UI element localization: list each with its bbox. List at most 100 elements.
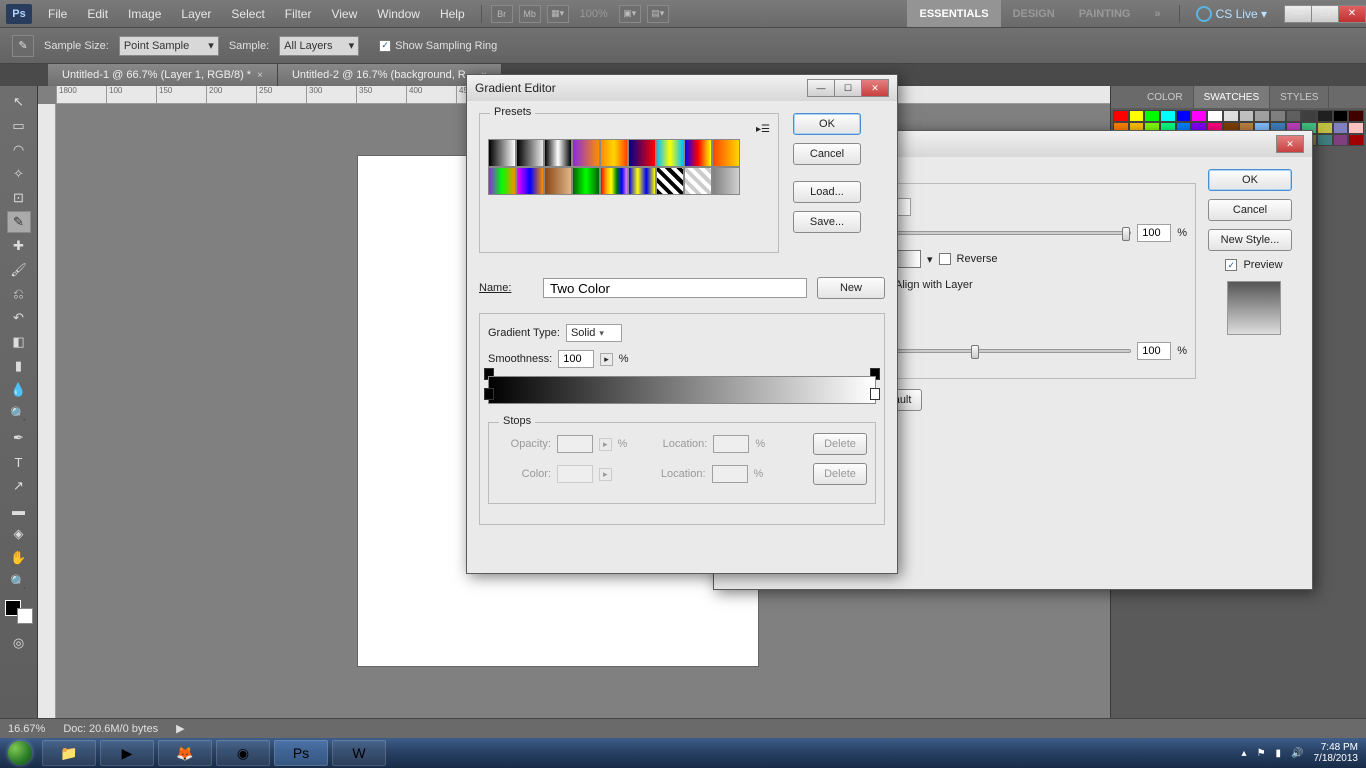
task-firefox[interactable]: 🦊 bbox=[158, 740, 212, 766]
move-tool[interactable]: ↖ bbox=[7, 91, 31, 113]
ok-button[interactable]: OK bbox=[793, 113, 861, 135]
gradient-bar[interactable] bbox=[488, 376, 876, 404]
wand-tool[interactable]: ✧ bbox=[7, 163, 31, 185]
gradient-name-input[interactable] bbox=[543, 278, 807, 298]
show-sampling-ring-checkbox[interactable]: ✓Show Sampling Ring bbox=[379, 40, 497, 52]
dialog-titlebar[interactable]: Gradient Editor — ☐ ✕ bbox=[467, 75, 897, 101]
tray-flag-icon[interactable]: ⚑ bbox=[1257, 748, 1266, 759]
swatch[interactable] bbox=[1207, 110, 1223, 122]
gradient-type-dropdown[interactable]: Solid bbox=[566, 324, 622, 342]
save-button[interactable]: Save... bbox=[793, 211, 861, 233]
swatch[interactable] bbox=[1348, 134, 1364, 146]
tray-up-icon[interactable]: ▴ bbox=[1242, 748, 1247, 759]
shape-tool[interactable]: ▬ bbox=[7, 499, 31, 521]
swatch[interactable] bbox=[1333, 122, 1349, 134]
gradient-preset[interactable] bbox=[712, 167, 740, 195]
opacity-input[interactable] bbox=[1137, 224, 1171, 242]
current-tool-icon[interactable]: ✎ bbox=[12, 35, 34, 57]
gradient-preset[interactable] bbox=[600, 139, 628, 167]
hand-tool[interactable]: ✋ bbox=[7, 547, 31, 569]
swatch[interactable] bbox=[1239, 110, 1255, 122]
menu-select[interactable]: Select bbox=[221, 7, 274, 21]
swatch[interactable] bbox=[1286, 110, 1302, 122]
color-stop-right[interactable] bbox=[870, 388, 880, 400]
swatch[interactable] bbox=[1160, 110, 1176, 122]
gradient-preset[interactable] bbox=[572, 167, 600, 195]
gradient-preset[interactable] bbox=[572, 139, 600, 167]
swatch[interactable] bbox=[1144, 110, 1160, 122]
task-media[interactable]: ▶ bbox=[100, 740, 154, 766]
workspace-painting[interactable]: PAINTING bbox=[1067, 0, 1143, 27]
sample-dropdown[interactable]: All Layers▾ bbox=[279, 36, 359, 56]
blur-tool[interactable]: 💧 bbox=[7, 379, 31, 401]
window-maximize[interactable]: ☐ bbox=[1311, 5, 1339, 23]
stamp-tool[interactable]: ⎌ bbox=[7, 283, 31, 305]
bridge-icon[interactable]: Br bbox=[491, 5, 513, 23]
color-swatches[interactable] bbox=[5, 600, 33, 624]
swatch[interactable] bbox=[1176, 110, 1192, 122]
menu-image[interactable]: Image bbox=[118, 7, 171, 21]
new-button[interactable]: New bbox=[817, 277, 885, 299]
swatch[interactable] bbox=[1348, 122, 1364, 134]
menu-view[interactable]: View bbox=[321, 7, 367, 21]
dodge-tool[interactable]: 🔍 bbox=[7, 403, 31, 425]
task-word[interactable]: W bbox=[332, 740, 386, 766]
type-tool[interactable]: T bbox=[7, 451, 31, 473]
gradient-preset[interactable] bbox=[656, 167, 684, 195]
swatch[interactable] bbox=[1333, 134, 1349, 146]
status-zoom[interactable]: 16.67% bbox=[8, 723, 45, 735]
swatch[interactable] bbox=[1191, 110, 1207, 122]
gradient-preset[interactable] bbox=[544, 167, 572, 195]
smoothness-input[interactable] bbox=[558, 350, 594, 368]
task-explorer[interactable]: 📁 bbox=[42, 740, 96, 766]
workspace-more[interactable]: » bbox=[1143, 0, 1173, 27]
quickmask-tool[interactable]: ◎ bbox=[7, 632, 31, 654]
path-tool[interactable]: ↗ bbox=[7, 475, 31, 497]
gradient-preset[interactable] bbox=[516, 139, 544, 167]
workspace-essentials[interactable]: ESSENTIALS bbox=[907, 0, 1000, 27]
screen-mode-icon[interactable]: ▣▾ bbox=[619, 5, 641, 23]
gradient-preset[interactable] bbox=[544, 139, 572, 167]
minibridge-icon[interactable]: Mb bbox=[519, 5, 541, 23]
swatch[interactable] bbox=[1348, 110, 1364, 122]
panel-tab-styles[interactable]: STYLES bbox=[1270, 86, 1329, 108]
lasso-tool[interactable]: ◠ bbox=[7, 139, 31, 161]
heal-tool[interactable]: ✚ bbox=[7, 235, 31, 257]
swatch[interactable] bbox=[1317, 122, 1333, 134]
brush-tool[interactable]: 🖌 bbox=[7, 259, 31, 281]
menu-edit[interactable]: Edit bbox=[77, 7, 118, 21]
pen-tool[interactable]: ✒ bbox=[7, 427, 31, 449]
reverse-checkbox[interactable] bbox=[939, 253, 951, 265]
tray-clock[interactable]: 7:48 PM7/18/2013 bbox=[1314, 742, 1359, 764]
gradient-preset[interactable] bbox=[684, 167, 712, 195]
zoom-tool[interactable]: 🔍 bbox=[7, 571, 31, 593]
cancel-button[interactable]: Cancel bbox=[793, 143, 861, 165]
eraser-tool[interactable]: ◧ bbox=[7, 331, 31, 353]
swatch[interactable] bbox=[1317, 110, 1333, 122]
menu-layer[interactable]: Layer bbox=[171, 7, 221, 21]
sample-size-dropdown[interactable]: Point Sample▾ bbox=[119, 36, 219, 56]
swatch[interactable] bbox=[1129, 110, 1145, 122]
status-arrow-icon[interactable]: ▶ bbox=[176, 722, 184, 735]
window-maximize[interactable]: ☐ bbox=[834, 79, 862, 97]
swatch[interactable] bbox=[1113, 110, 1129, 122]
smoothness-arrow-icon[interactable]: ▸ bbox=[600, 353, 613, 366]
swatch[interactable] bbox=[1317, 134, 1333, 146]
window-close[interactable]: ✕ bbox=[1338, 5, 1366, 23]
close-icon[interactable]: ✕ bbox=[1276, 135, 1304, 153]
gradient-preset[interactable] bbox=[628, 139, 656, 167]
ok-button[interactable]: OK bbox=[1208, 169, 1292, 191]
gradient-preset[interactable] bbox=[628, 167, 656, 195]
presets-grid[interactable] bbox=[488, 139, 770, 195]
task-chrome[interactable]: ◉ bbox=[216, 740, 270, 766]
extras-icon[interactable]: ▤▾ bbox=[647, 5, 669, 23]
gradient-preset[interactable] bbox=[600, 167, 628, 195]
panel-tab-swatches[interactable]: SWATCHES bbox=[1194, 86, 1271, 108]
workspace-design[interactable]: DESIGN bbox=[1001, 0, 1067, 27]
gradient-preset[interactable] bbox=[488, 167, 516, 195]
panel-tab-color[interactable]: COLOR bbox=[1137, 86, 1194, 108]
load-button[interactable]: Load... bbox=[793, 181, 861, 203]
presets-menu-icon[interactable]: ▸☰ bbox=[756, 124, 770, 135]
swatch[interactable] bbox=[1301, 110, 1317, 122]
doc-tab-1[interactable]: Untitled-1 @ 66.7% (Layer 1, RGB/8) *× bbox=[48, 64, 278, 86]
